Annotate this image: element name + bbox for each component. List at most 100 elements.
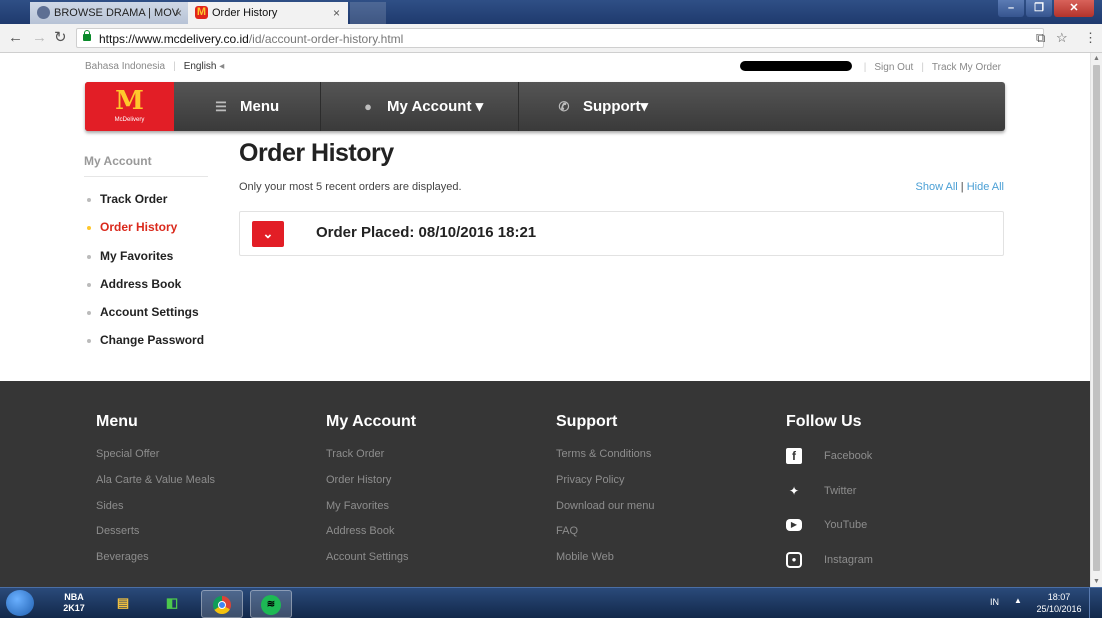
utility-bar: Bahasa Indonesia | English ◂ | Sign Out | Tra… [85, 61, 1001, 75]
film-icon [37, 6, 50, 19]
bookmark-star-icon[interactable]: ☆ [1056, 28, 1068, 48]
account-sidebar: My Account Track Order Order History My … [84, 154, 208, 355]
sidebar-item-track-order[interactable]: Track Order [84, 185, 208, 213]
social-twitter-link[interactable]: ✦ Twitter [786, 482, 873, 517]
lang-bahasa-link[interactable]: Bahasa Indonesia [85, 61, 165, 72]
show-hide-controls: Show All | Hide All [916, 181, 1004, 193]
footer-link[interactable]: Account Settings [326, 550, 416, 576]
sidebar-list: Track Order Order History My Favorites A… [84, 185, 208, 355]
social-youtube-link[interactable]: ▶ YouTube [786, 516, 873, 551]
tray-expand-icon[interactable]: ▲ [1014, 596, 1022, 605]
browser-tab-order-history[interactable]: M Order History × [188, 2, 348, 24]
footer-link[interactable]: Ala Carte & Value Meals [96, 473, 215, 499]
orders-note: Only your most 5 recent orders are displ… [239, 181, 462, 193]
hide-all-link[interactable]: Hide All [967, 181, 1004, 193]
scroll-thumb[interactable] [1093, 65, 1100, 571]
footer-link[interactable]: Order History [326, 473, 416, 499]
footer-heading: Support [556, 413, 618, 430]
sidebar-title: My Account [84, 154, 208, 177]
nav-my-account[interactable]: ● My Account ▾ [321, 82, 519, 131]
nav-my-account-label: My Account ▾ [387, 98, 484, 115]
file-explorer-icon[interactable]: ▤ [103, 590, 143, 616]
green-app-icon[interactable]: ◧ [152, 590, 192, 616]
back-arrow-icon[interactable]: ← [8, 28, 23, 48]
caret-left-icon: ◂ [219, 61, 225, 72]
chevron-down-icon: ⌄ [262, 226, 274, 241]
sidebar-item-change-password[interactable]: Change Password [84, 326, 208, 354]
window-controls: – ❐ ✕ [996, 0, 1094, 18]
maximize-button[interactable]: ❐ [1026, 0, 1052, 17]
scroll-up-icon[interactable]: ▲ [1092, 55, 1101, 62]
footer-link[interactable]: Desserts [96, 524, 215, 550]
footer-link[interactable]: My Favorites [326, 499, 416, 525]
footer-heading: My Account [326, 413, 417, 430]
close-tab-icon[interactable]: × [333, 2, 340, 24]
chrome-app-icon[interactable] [201, 590, 243, 618]
show-desktop-button[interactable] [1089, 588, 1102, 618]
sign-out-link[interactable]: Sign Out [874, 62, 913, 73]
url-path: /id/account-order-history.html [248, 32, 404, 46]
footer-menu-column: Menu Special Offer Ala Carte & Value Mea… [96, 413, 215, 576]
new-tab-button[interactable] [350, 2, 386, 24]
footer-link[interactable]: Mobile Web [556, 550, 654, 576]
footer-link[interactable]: Track Order [326, 447, 416, 473]
input-language-indicator[interactable]: IN [990, 597, 999, 607]
site-footer: Menu Special Offer Ala Carte & Value Mea… [0, 381, 1090, 587]
instagram-icon: ● [786, 551, 802, 568]
translate-icon[interactable]: ⧉ [1036, 28, 1045, 48]
order-placed-label: Order Placed: 08/10/2016 18:21 [316, 224, 537, 241]
user-icon: ● [364, 99, 372, 114]
lock-icon [83, 30, 91, 41]
footer-support-column: Support Terms & Conditions Privacy Polic… [556, 413, 654, 576]
spotify-app-icon[interactable]: ≋ [250, 590, 292, 618]
footer-follow-column: Follow Us f Facebook ✦ Twitter ▶ YouTube ● I… [786, 413, 873, 585]
track-my-order-link[interactable]: Track My Order [932, 62, 1001, 73]
minimize-button[interactable]: – [998, 0, 1024, 17]
sidebar-item-my-favorites[interactable]: My Favorites [84, 242, 208, 270]
mcdelivery-logo[interactable]: M McDelivery [85, 82, 174, 131]
clock-time: 18:07 [1047, 592, 1071, 602]
footer-link[interactable]: Beverages [96, 550, 215, 576]
footer-link[interactable]: FAQ [556, 524, 654, 550]
footer-link[interactable]: Privacy Policy [556, 473, 654, 499]
show-all-link[interactable]: Show All [916, 181, 958, 193]
footer-account-column: My Account Track Order Order History My … [326, 413, 416, 576]
page-scrollbar[interactable]: ▲ ▼ [1090, 53, 1102, 587]
burger-icon: ☰ [215, 99, 227, 114]
sidebar-item-account-settings[interactable]: Account Settings [84, 298, 208, 326]
close-window-button[interactable]: ✕ [1054, 0, 1094, 17]
social-facebook-link[interactable]: f Facebook [786, 447, 873, 482]
forward-arrow-icon[interactable]: → [32, 28, 47, 48]
footer-heading: Follow Us [786, 413, 862, 430]
reload-icon[interactable]: ↻ [54, 28, 67, 48]
footer-link[interactable]: Terms & Conditions [556, 447, 654, 473]
close-tab-icon[interactable]: × [175, 2, 182, 24]
footer-link[interactable]: Download our menu [556, 499, 654, 525]
footer-link[interactable]: Sides [96, 499, 215, 525]
browser-tab-browse-drama[interactable]: BROWSE DRAMA | MOV × [30, 2, 190, 24]
scroll-down-icon[interactable]: ▼ [1092, 578, 1101, 585]
sidebar-item-address-book[interactable]: Address Book [84, 270, 208, 298]
logo-text: McDelivery [114, 117, 145, 123]
sidebar-item-order-history[interactable]: Order History [84, 213, 208, 241]
main-navigation: M McDelivery ☰ Menu ● My Account ▾ ✆ Suppor… [85, 82, 1005, 131]
expand-order-button[interactable]: ⌄ [252, 221, 284, 247]
footer-heading: Menu [96, 413, 138, 430]
language-switcher: Bahasa Indonesia | English ◂ [85, 61, 224, 72]
order-panel[interactable]: ⌄ Order Placed: 08/10/2016 18:21 [239, 211, 1004, 256]
nav-support[interactable]: ✆ Support▾ [519, 82, 719, 131]
mcdonalds-favicon-icon: M [195, 6, 208, 19]
start-button[interactable] [6, 590, 34, 616]
lang-english-link[interactable]: English [184, 61, 217, 72]
clock-date: 25/10/2016 [1036, 604, 1082, 614]
social-instagram-link[interactable]: ● Instagram [786, 551, 873, 586]
kebab-menu-icon[interactable]: ⋮ [1084, 28, 1097, 48]
system-clock[interactable]: 18:07 25/10/2016 [1030, 591, 1088, 615]
footer-link[interactable]: Special Offer [96, 447, 215, 473]
nba-2k17-app-icon[interactable]: NBA 2K17 [54, 590, 94, 616]
nav-menu[interactable]: ☰ Menu [174, 82, 321, 131]
separator: | [173, 61, 176, 72]
address-bar[interactable]: https://www.mcdelivery.co.id/id/account-… [76, 28, 1044, 48]
separator: | [863, 62, 867, 73]
footer-link[interactable]: Address Book [326, 524, 416, 550]
